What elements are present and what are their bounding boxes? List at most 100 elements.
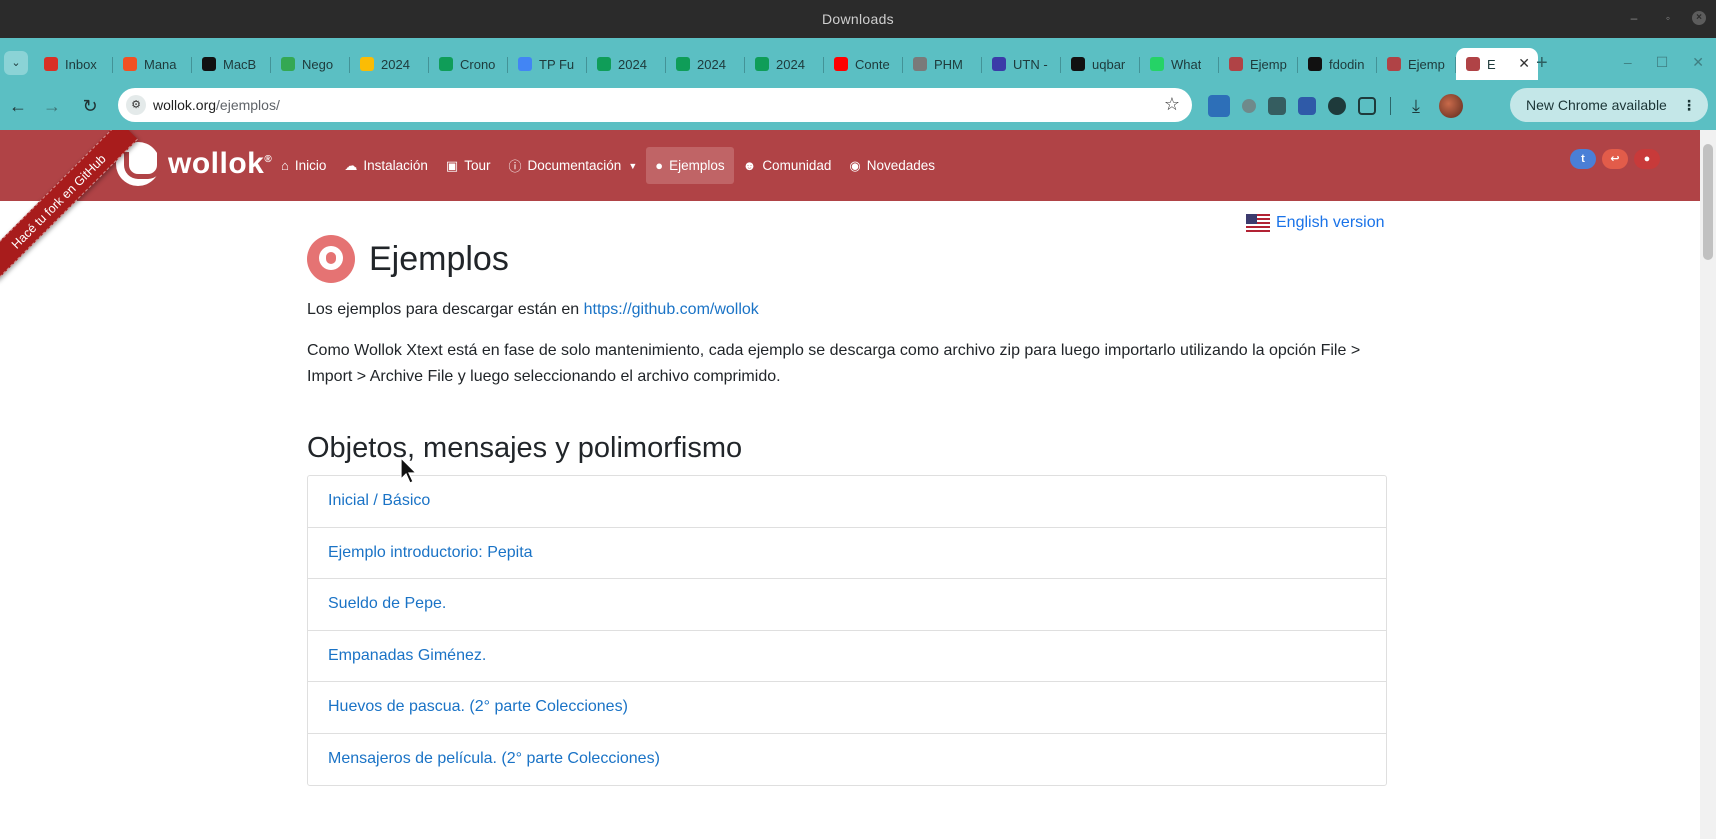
site-info-icon[interactable]: ⚙ xyxy=(126,95,146,115)
profile-avatar[interactable] xyxy=(1439,94,1463,118)
list-item: Sueldo de Pepe. xyxy=(308,579,1386,631)
sheets-icon xyxy=(439,57,453,71)
tab-label: 2024 xyxy=(776,56,805,72)
list-item: Huevos de pascua. (2° parte Colecciones) xyxy=(308,682,1386,734)
url-text[interactable]: wollok.org/ejemplos/ xyxy=(153,97,280,113)
page-scrollbar[interactable] xyxy=(1700,130,1716,839)
wollok-icon xyxy=(1387,57,1401,71)
browser-tab[interactable]: fdodin xyxy=(1298,48,1377,80)
gmail-icon xyxy=(44,57,58,71)
downloads-icon[interactable]: ⤓ xyxy=(1405,95,1427,117)
nav-item-instalacin[interactable]: ☁ Instalación xyxy=(335,147,437,184)
url-path: /ejemplos/ xyxy=(216,97,280,113)
example-link[interactable]: Mensajeros de película. (2° parte Colecc… xyxy=(328,750,660,768)
wollok-logo[interactable]: wollok® xyxy=(116,142,272,186)
nav-item-ejemplos[interactable]: ● Ejemplos xyxy=(646,147,734,184)
example-link[interactable]: Huevos de pascua. (2° parte Colecciones) xyxy=(328,698,628,716)
maximize-icon[interactable]: ☐ xyxy=(1656,54,1669,71)
restore-icon[interactable]: ◦ xyxy=(1658,8,1678,28)
extensions-puzzle-icon[interactable] xyxy=(1358,97,1376,115)
browser-tab[interactable]: Nego xyxy=(271,48,350,80)
tab-list: Inbox Mana MacB Nego 2024 Crono TP Fu 2024 2024 2… xyxy=(34,48,1538,80)
browser-tab[interactable]: Conte xyxy=(824,48,903,80)
toolbar-divider xyxy=(1390,97,1391,115)
browser-tab[interactable]: E ✕ xyxy=(1456,48,1538,80)
maintenance-paragraph: Como Wollok Xtext está en fase de solo m… xyxy=(307,342,1361,385)
tab-label: 2024 xyxy=(381,56,410,72)
browser-tab[interactable]: TP Fu xyxy=(508,48,587,80)
wollok-logo-text: wollok® xyxy=(168,147,272,181)
nav-item-label: Novedades xyxy=(866,158,936,173)
extensions-area: ⤓ xyxy=(1208,94,1463,118)
nav-item-label: Comunidad xyxy=(762,158,832,173)
close-icon[interactable]: × xyxy=(1692,11,1706,25)
extension-icon[interactable] xyxy=(1268,97,1286,115)
example-link[interactable]: Ejemplo introductorio: Pepita xyxy=(328,544,533,562)
microsoft-icon xyxy=(123,57,137,71)
tab-close-icon[interactable]: ✕ xyxy=(1518,55,1530,72)
address-bar[interactable]: ⚙ wollok.org/ejemplos/ ☆ xyxy=(118,88,1192,122)
browser-tab[interactable]: 2024 xyxy=(745,48,824,80)
docs-icon xyxy=(518,57,532,71)
twitter-icon[interactable]: t xyxy=(1570,149,1596,169)
menu-dots-icon[interactable]: ⋮ xyxy=(1682,88,1696,122)
browser-tab[interactable]: 2024 xyxy=(350,48,429,80)
tab-search-button[interactable]: ⌄ xyxy=(4,51,28,75)
minimize-icon[interactable]: – xyxy=(1624,8,1644,28)
download-extension-icon[interactable] xyxy=(1298,97,1316,115)
browser-tab[interactable]: Ejemp xyxy=(1219,48,1298,80)
browser-tab[interactable]: uqbar xyxy=(1061,48,1140,80)
sheets-icon xyxy=(597,57,611,71)
back-button[interactable]: ← xyxy=(6,94,30,118)
utn-icon xyxy=(992,57,1006,71)
github-icon: ● xyxy=(655,158,664,173)
tab-label: 2024 xyxy=(618,56,647,72)
browser-tab[interactable]: 2024 xyxy=(666,48,745,80)
wollok-icon xyxy=(1229,57,1243,71)
site-navbar: wollok® ⌂ Inicio ☁ Instalación ▣ Tour ⓘ Documen… xyxy=(0,130,1700,201)
web-page: wollok® ⌂ Inicio ☁ Instalación ▣ Tour ⓘ Documen… xyxy=(0,130,1700,839)
browser-tab[interactable]: What xyxy=(1140,48,1219,80)
reply-icon[interactable]: ↩ xyxy=(1602,149,1628,169)
info-icon: ⓘ xyxy=(508,159,522,174)
nav-item-label: Inicio xyxy=(294,158,327,173)
browser-tab[interactable]: PHM xyxy=(903,48,982,80)
tab-label: Inbox xyxy=(65,56,97,72)
new-tab-button[interactable]: + xyxy=(1536,52,1548,75)
browser-tab[interactable]: 2024 xyxy=(587,48,666,80)
example-link[interactable]: Sueldo de Pepe. xyxy=(328,595,446,613)
new-chrome-available-button[interactable]: New Chrome available ⋮ xyxy=(1510,88,1708,122)
nav-item-inicio[interactable]: ⌂ Inicio xyxy=(272,147,335,184)
nav-item-documentacin[interactable]: ⓘ Documentación ▼ xyxy=(499,147,646,184)
browser-tab[interactable]: Crono xyxy=(429,48,508,80)
minimize-icon[interactable]: – xyxy=(1624,54,1632,71)
extension-icon[interactable] xyxy=(1328,97,1346,115)
nav-item-tour[interactable]: ▣ Tour xyxy=(437,147,500,184)
extension-icon[interactable] xyxy=(1242,99,1256,113)
nav-item-comunidad[interactable]: ☻ Comunidad xyxy=(734,147,841,184)
browser-tab[interactable]: Inbox xyxy=(34,48,113,80)
browser-tab[interactable]: MacB xyxy=(192,48,271,80)
close-icon[interactable]: ✕ xyxy=(1692,54,1704,71)
reload-button[interactable]: ↻ xyxy=(78,94,102,118)
scrollbar-thumb[interactable] xyxy=(1703,144,1713,260)
examples-list: Inicial / Básico Ejemplo introductorio: P… xyxy=(307,475,1387,786)
github-icon[interactable]: ● xyxy=(1634,149,1660,169)
nav-item-novedades[interactable]: ◉ Novedades xyxy=(840,147,944,184)
youtube-icon xyxy=(834,57,848,71)
tab-label: TP Fu xyxy=(539,56,575,72)
nav-item-label: Tour xyxy=(464,158,491,173)
example-link[interactable]: Empanadas Giménez. xyxy=(328,647,486,665)
github-wollok-link[interactable]: https://github.com/wollok xyxy=(584,301,759,318)
browser-tab[interactable]: Ejemp xyxy=(1377,48,1456,80)
bookmark-star-icon[interactable]: ☆ xyxy=(1164,94,1180,115)
extension-icon[interactable] xyxy=(1208,95,1230,117)
example-link[interactable]: Inicial / Básico xyxy=(328,492,430,510)
github-icon xyxy=(1071,57,1085,71)
browser-tab[interactable]: Mana xyxy=(113,48,192,80)
cloud-download-icon: ☁ xyxy=(344,157,358,173)
browser-tab[interactable]: UTN - xyxy=(982,48,1061,80)
tab-label: UTN - xyxy=(1013,56,1048,72)
nav-item-label: Documentación xyxy=(527,158,622,173)
forward-button[interactable]: → xyxy=(40,94,64,118)
